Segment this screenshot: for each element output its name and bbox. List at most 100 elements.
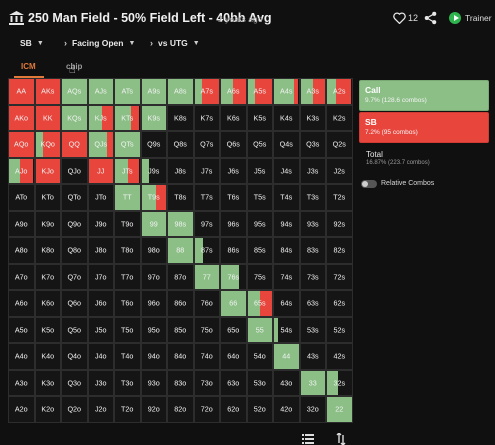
hand-cell[interactable]: AQs [61, 78, 88, 105]
hand-cell[interactable]: A5s [246, 78, 273, 105]
facing-dropdown[interactable]: › Facing Open ▼ [64, 38, 135, 48]
hand-cell[interactable]: 85s [246, 237, 273, 264]
hand-cell[interactable]: J3o [87, 369, 114, 396]
hand-cell[interactable]: TT [114, 184, 141, 211]
hand-cell[interactable]: KTs [114, 104, 141, 131]
hand-cell[interactable]: Q8s [167, 131, 194, 158]
hand-cell[interactable]: 97s [193, 210, 220, 237]
hand-cell[interactable]: KJs [87, 104, 114, 131]
hand-cell[interactable]: K7o [34, 263, 61, 290]
hand-cell[interactable]: 75s [246, 263, 273, 290]
list-icon[interactable] [302, 434, 314, 444]
hand-cell[interactable]: T5s [246, 184, 273, 211]
hand-cell[interactable]: QQ [61, 131, 88, 158]
hand-cell[interactable]: J2s [326, 157, 353, 184]
hand-cell[interactable]: J4s [273, 157, 300, 184]
hand-cell[interactable]: 98o [140, 237, 167, 264]
hand-cell[interactable]: K2o [34, 396, 61, 423]
hand-cell[interactable]: 32o [299, 396, 326, 423]
hand-cell[interactable]: 43s [299, 343, 326, 370]
hand-cell[interactable]: A6s [220, 78, 247, 105]
hand-cell[interactable]: J9o [87, 210, 114, 237]
hand-cell[interactable]: Q8o [61, 237, 88, 264]
hand-cell[interactable]: KTo [34, 184, 61, 211]
hand-cell[interactable]: Q9o [61, 210, 88, 237]
hand-cell[interactable]: JTo [87, 184, 114, 211]
hand-cell[interactable]: 94s [273, 210, 300, 237]
hand-cell[interactable]: J6s [220, 157, 247, 184]
trainer-button[interactable]: Trainer [449, 12, 492, 24]
hand-cell[interactable]: K6o [34, 290, 61, 317]
hand-cell[interactable]: QTo [61, 184, 88, 211]
hand-cell[interactable]: J2o [87, 396, 114, 423]
hand-cell[interactable]: K3o [34, 369, 61, 396]
hand-cell[interactable]: A2o [8, 396, 35, 423]
hand-cell[interactable]: AQo [8, 131, 35, 158]
hand-cell[interactable]: A8s [167, 78, 194, 105]
hand-cell[interactable]: Q5o [61, 316, 88, 343]
hand-cell[interactable]: A6o [8, 290, 35, 317]
hand-cell[interactable]: 99 [140, 210, 167, 237]
hand-cell[interactable]: K4s [273, 104, 300, 131]
hand-cell[interactable]: 53s [299, 316, 326, 343]
hand-cell[interactable]: 92s [326, 210, 353, 237]
hand-cell[interactable]: K8o [34, 237, 61, 264]
hand-cell[interactable]: T7s [193, 184, 220, 211]
hand-cell[interactable]: J9s [140, 157, 167, 184]
hand-cell[interactable]: J5s [246, 157, 273, 184]
hand-cell[interactable]: A9s [140, 78, 167, 105]
hand-cell[interactable]: 72o [193, 396, 220, 423]
relative-combos-toggle[interactable] [361, 180, 377, 188]
hand-cell[interactable]: 96s [220, 210, 247, 237]
hand-cell[interactable]: 88 [167, 237, 194, 264]
hand-cell[interactable]: J5o [87, 316, 114, 343]
hand-cell[interactable]: Q6s [220, 131, 247, 158]
versus-dropdown[interactable]: › vs UTG ▼ [150, 38, 200, 48]
hand-cell[interactable]: T2s [326, 184, 353, 211]
hand-cell[interactable]: T6s [220, 184, 247, 211]
hand-cell[interactable]: 93s [299, 210, 326, 237]
sort-icon[interactable] [336, 433, 346, 445]
hand-cell[interactable]: ATs [114, 78, 141, 105]
hand-cell[interactable]: 65o [220, 316, 247, 343]
tab-icm[interactable]: ICM [21, 62, 36, 71]
position-dropdown[interactable]: SB ▼ [20, 38, 44, 48]
call-action-box[interactable]: Call 9.7% (128.6 combos) [359, 80, 489, 111]
hand-cell[interactable]: 43o [273, 369, 300, 396]
hand-cell[interactable]: K3s [299, 104, 326, 131]
hand-cell[interactable]: 85o [167, 316, 194, 343]
hand-cell[interactable]: KQo [34, 131, 61, 158]
hand-cell[interactable]: 54s [273, 316, 300, 343]
hand-cell[interactable]: J4o [87, 343, 114, 370]
hand-cell[interactable]: QTs [114, 131, 141, 158]
hand-cell[interactable]: A3o [8, 369, 35, 396]
hand-cell[interactable]: A8o [8, 237, 35, 264]
hand-cell[interactable]: 83s [299, 237, 326, 264]
hand-cell[interactable]: T8s [167, 184, 194, 211]
hand-cell[interactable]: QJo [61, 157, 88, 184]
hand-cell[interactable]: J6o [87, 290, 114, 317]
sb-action-box[interactable]: SB 7.2% (95 combos) [359, 112, 489, 143]
hand-cell[interactable]: 87o [167, 263, 194, 290]
hand-cell[interactable]: 77 [193, 263, 220, 290]
hand-cell[interactable]: Q3s [299, 131, 326, 158]
hand-cell[interactable]: K9s [140, 104, 167, 131]
hand-cell[interactable]: 76s [220, 263, 247, 290]
hand-cell[interactable]: 72s [326, 263, 353, 290]
hand-cell[interactable]: J8s [167, 157, 194, 184]
hand-cell[interactable]: QJs [87, 131, 114, 158]
hand-cell[interactable]: 64s [273, 290, 300, 317]
hand-cell[interactable]: 96o [140, 290, 167, 317]
hand-cell[interactable]: AA [8, 78, 35, 105]
hand-cell[interactable]: 33 [299, 369, 326, 396]
hand-cell[interactable]: 84o [167, 343, 194, 370]
hand-cell[interactable]: 98s [167, 210, 194, 237]
hand-cell[interactable]: 54o [246, 343, 273, 370]
heart-icon[interactable] [393, 12, 406, 24]
hand-cell[interactable]: T6o [114, 290, 141, 317]
hand-cell[interactable]: 86s [220, 237, 247, 264]
hand-cell[interactable]: Q9s [140, 131, 167, 158]
hand-cell[interactable]: J3s [299, 157, 326, 184]
hand-cell[interactable]: AJo [8, 157, 35, 184]
hand-cell[interactable]: Q7o [61, 263, 88, 290]
